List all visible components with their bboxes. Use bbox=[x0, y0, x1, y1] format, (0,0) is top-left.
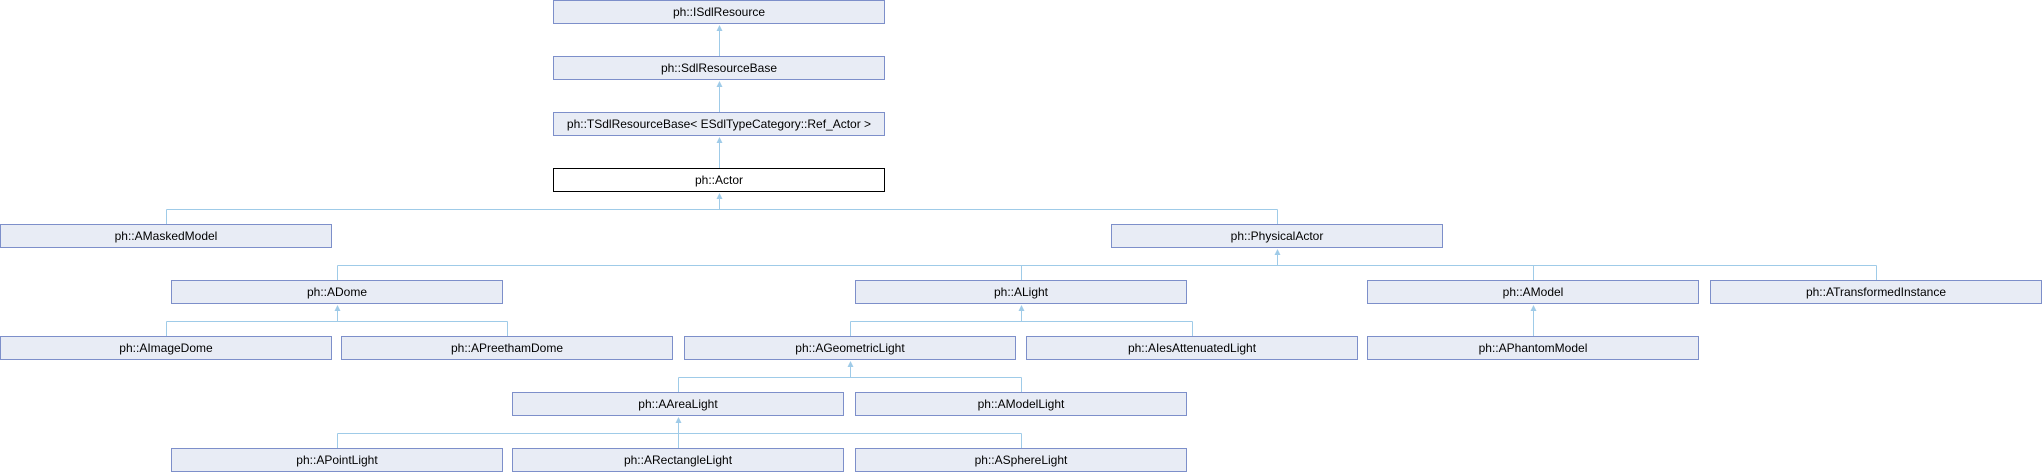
arrowhead-icon bbox=[716, 193, 723, 199]
arrowhead-icon bbox=[675, 417, 682, 423]
class-node-ageometriclight[interactable]: ph::AGeometricLight bbox=[684, 336, 1016, 360]
class-node-adome[interactable]: ph::ADome bbox=[171, 280, 503, 304]
arrowhead-icon bbox=[716, 81, 723, 87]
class-node-aspherelight[interactable]: ph::ASphereLight bbox=[855, 448, 1187, 472]
class-node-aarealight[interactable]: ph::AAreaLight bbox=[512, 392, 844, 416]
class-node-amaskedmodel[interactable]: ph::AMaskedModel bbox=[0, 224, 332, 248]
class-node-isdlresource[interactable]: ph::ISdlResource bbox=[553, 0, 885, 24]
class-node-arectanglelight[interactable]: ph::ARectangleLight bbox=[512, 448, 844, 472]
class-node-aimagedome[interactable]: ph::AImageDome bbox=[0, 336, 332, 360]
arrowhead-icon bbox=[716, 25, 723, 31]
class-node-alight[interactable]: ph::ALight bbox=[855, 280, 1187, 304]
class-node-sdlresourcebase[interactable]: ph::SdlResourceBase bbox=[553, 56, 885, 80]
class-node-amodel[interactable]: ph::AModel bbox=[1367, 280, 1699, 304]
class-node-actor: ph::Actor bbox=[553, 168, 885, 192]
arrowhead-icon bbox=[334, 305, 341, 311]
class-node-aiesattenuatedlight[interactable]: ph::AIesAttenuatedLight bbox=[1026, 336, 1358, 360]
arrowhead-icon bbox=[716, 137, 723, 143]
arrowhead-icon bbox=[1274, 249, 1281, 255]
arrowhead-icon bbox=[847, 361, 854, 367]
arrowhead-icon bbox=[1530, 305, 1537, 311]
class-node-tsdlresourcebase[interactable]: ph::TSdlResourceBase< ESdlTypeCategory::… bbox=[553, 112, 885, 136]
class-node-aphantommodel[interactable]: ph::APhantomModel bbox=[1367, 336, 1699, 360]
class-node-apointlight[interactable]: ph::APointLight bbox=[171, 448, 503, 472]
class-node-atransformedinstance[interactable]: ph::ATransformedInstance bbox=[1710, 280, 2042, 304]
class-node-physicalactor[interactable]: ph::PhysicalActor bbox=[1111, 224, 1443, 248]
class-node-amodellight[interactable]: ph::AModelLight bbox=[855, 392, 1187, 416]
class-node-apreethamdome[interactable]: ph::APreethamDome bbox=[341, 336, 673, 360]
arrowhead-icon bbox=[1018, 305, 1025, 311]
